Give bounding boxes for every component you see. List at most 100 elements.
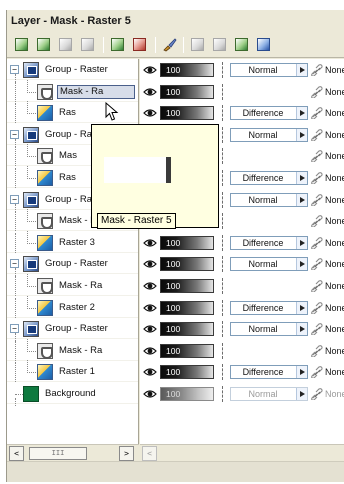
link-set-icon[interactable]	[311, 280, 324, 292]
link-set-icon[interactable]	[311, 345, 324, 357]
layer-name[interactable]: Group - Raster	[43, 63, 137, 77]
layer-name[interactable]: Ras	[57, 106, 135, 120]
blend-mode-dropdown[interactable]: Normal	[230, 387, 308, 401]
visibility-eye-icon[interactable]	[143, 280, 157, 292]
collapse-group-icon[interactable]: −	[10, 324, 19, 333]
link-set-icon[interactable]	[311, 323, 324, 335]
opacity-slider[interactable]: 100	[160, 344, 214, 358]
dropdown-arrow-icon[interactable]	[296, 388, 307, 400]
layer-row[interactable]: Mask - Ra	[7, 80, 138, 102]
collapse-group-icon[interactable]: −	[10, 195, 19, 204]
opacity-slider[interactable]: 100	[160, 236, 214, 250]
collapse-group-icon[interactable]: −	[10, 130, 19, 139]
visibility-eye-icon[interactable]	[143, 345, 157, 357]
layer-row[interactable]: Background	[7, 384, 138, 406]
dropdown-arrow-icon[interactable]	[296, 172, 307, 184]
collapse-group-icon[interactable]: −	[10, 65, 19, 74]
link-set-icon[interactable]	[311, 194, 324, 206]
layer-row[interactable]: − Group - Raster	[7, 254, 138, 276]
layer-row[interactable]: Raster 3	[7, 231, 138, 253]
visibility-eye-icon[interactable]	[143, 388, 157, 400]
visibility-eye-icon[interactable]	[143, 237, 157, 249]
layer-properties-button[interactable]	[255, 36, 272, 53]
dropdown-arrow-icon[interactable]	[296, 64, 307, 76]
layer-name[interactable]: Group - Raster	[43, 322, 137, 336]
opacity-slider[interactable]: 100	[160, 85, 214, 99]
blend-mode-dropdown[interactable]: Normal	[230, 322, 308, 336]
dropdown-arrow-icon[interactable]	[296, 129, 307, 141]
layer-row[interactable]: Raster 2	[7, 296, 138, 318]
dropdown-arrow-icon[interactable]	[296, 107, 307, 119]
group-layers-button[interactable]	[233, 36, 250, 53]
link-set-icon[interactable]	[311, 258, 324, 270]
link-set-icon[interactable]	[311, 237, 324, 249]
opacity-slider[interactable]: 100	[160, 63, 214, 77]
blend-mode-dropdown[interactable]: Difference	[230, 365, 308, 379]
blend-mode-dropdown[interactable]: Difference	[230, 236, 308, 250]
link-set-icon[interactable]	[311, 107, 324, 119]
layer-name[interactable]: Mask - Ra	[57, 279, 135, 293]
link-set-icon[interactable]	[311, 388, 324, 400]
visibility-eye-icon[interactable]	[143, 258, 157, 270]
layer-name[interactable]: Background	[43, 387, 137, 401]
link-set-icon[interactable]	[311, 172, 324, 184]
blend-mode-dropdown[interactable]: Difference	[230, 171, 308, 185]
dropdown-arrow-icon[interactable]	[296, 258, 307, 270]
collapse-group-icon[interactable]: −	[10, 259, 19, 268]
layer-name[interactable]: Raster 1	[57, 365, 135, 379]
layer-row[interactable]: − Group - Raster	[7, 60, 138, 82]
scroll-right-icon[interactable]: >	[119, 446, 134, 461]
scrollbar-thumb[interactable]: III	[29, 447, 87, 460]
dropdown-arrow-icon[interactable]	[296, 366, 307, 378]
duplicate-layer-button[interactable]	[109, 36, 126, 53]
blend-mode-dropdown[interactable]: Normal	[230, 257, 308, 271]
layer-row[interactable]: Mask - Ra	[7, 339, 138, 361]
new-vector-layer-button[interactable]	[35, 36, 52, 53]
link-set-icon[interactable]	[311, 86, 324, 98]
visibility-eye-icon[interactable]	[143, 302, 157, 314]
visibility-eye-icon[interactable]	[143, 86, 157, 98]
unlink-layers-button[interactable]	[211, 36, 228, 53]
dropdown-arrow-icon[interactable]	[296, 302, 307, 314]
dropdown-arrow-icon[interactable]	[296, 194, 307, 206]
blend-mode-dropdown[interactable]: Normal	[230, 63, 308, 77]
new-mask-layer-button[interactable]	[57, 36, 74, 53]
layer-row[interactable]: Raster 1	[7, 360, 138, 382]
blend-mode-dropdown[interactable]: Normal	[230, 128, 308, 142]
delete-layer-button[interactable]	[131, 36, 148, 53]
blend-mode-dropdown[interactable]: Difference	[230, 106, 308, 120]
new-adjustment-layer-button[interactable]	[79, 36, 96, 53]
visibility-eye-icon[interactable]	[143, 323, 157, 335]
link-set-icon[interactable]	[311, 366, 324, 378]
link-set-icon[interactable]	[311, 150, 324, 162]
dropdown-arrow-icon[interactable]	[296, 237, 307, 249]
link-layers-button[interactable]	[189, 36, 206, 53]
visibility-eye-icon[interactable]	[143, 64, 157, 76]
dropdown-arrow-icon[interactable]	[296, 323, 307, 335]
opacity-slider[interactable]: 100	[160, 257, 214, 271]
layer-name[interactable]: Mask - Ra	[57, 344, 135, 358]
scroll-left-icon[interactable]: <	[9, 446, 24, 461]
link-set-icon[interactable]	[311, 64, 324, 76]
layer-name[interactable]: Raster 3	[57, 236, 135, 250]
layer-name[interactable]: Mask - Ra	[57, 85, 135, 99]
opacity-slider[interactable]: 100	[160, 387, 214, 401]
layer-name[interactable]: Raster 2	[57, 301, 135, 315]
blend-mode-dropdown[interactable]: Normal	[230, 193, 308, 207]
new-raster-layer-button[interactable]	[13, 36, 30, 53]
visibility-eye-icon[interactable]	[143, 107, 157, 119]
opacity-slider[interactable]: 100	[160, 279, 214, 293]
opacity-slider[interactable]: 100	[160, 301, 214, 315]
props-scroll-left-icon[interactable]: <	[142, 446, 157, 461]
layer-row[interactable]: Mask - Ra	[7, 274, 138, 296]
layer-row[interactable]: − Group - Raster	[7, 319, 138, 341]
link-set-icon[interactable]	[311, 302, 324, 314]
blend-mode-dropdown[interactable]: Difference	[230, 301, 308, 315]
visibility-eye-icon[interactable]	[143, 366, 157, 378]
opacity-slider[interactable]: 100	[160, 322, 214, 336]
opacity-slider[interactable]: 100	[160, 106, 214, 120]
props-horizontal-scrollbar[interactable]: <	[140, 444, 344, 461]
link-set-icon[interactable]	[311, 129, 324, 141]
tree-horizontal-scrollbar[interactable]: < III >	[7, 444, 139, 461]
link-set-icon[interactable]	[311, 215, 324, 227]
